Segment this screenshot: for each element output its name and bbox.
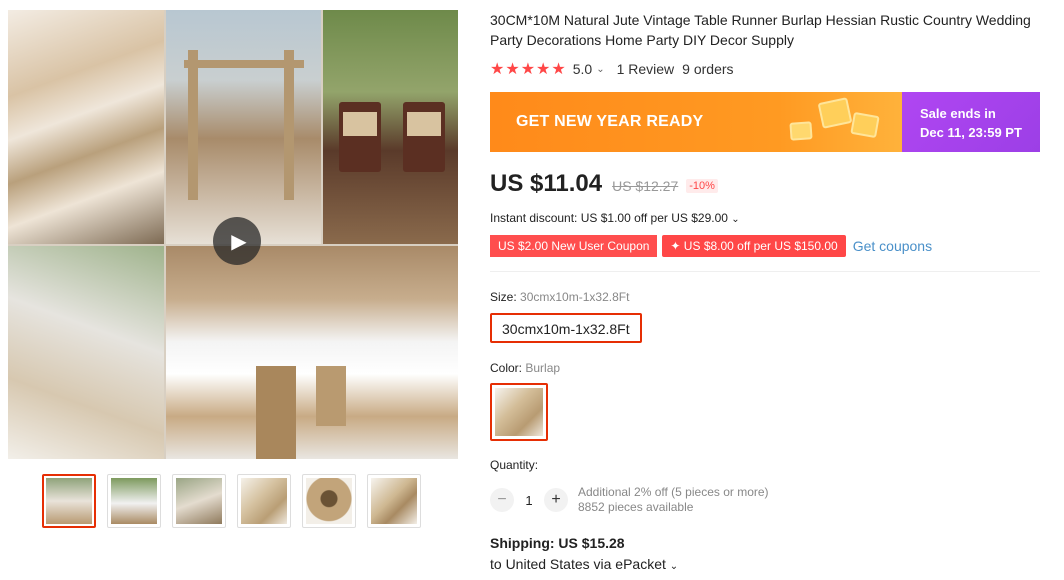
promo-text: GET NEW YEAR READY bbox=[516, 113, 704, 130]
quantity-label: Quantity: bbox=[490, 458, 539, 472]
thumbnail-3[interactable] bbox=[172, 474, 226, 528]
current-price: US $11.04 bbox=[490, 170, 603, 197]
chevron-down-icon: ⌄ bbox=[669, 561, 679, 572]
shipping-destination[interactable]: to United States via ePacket ⌄ bbox=[490, 556, 678, 572]
shipping-cost: Shipping: US $15.28 bbox=[490, 535, 625, 551]
color-label: Color: Burlap bbox=[490, 361, 561, 375]
divider bbox=[490, 271, 1040, 272]
wedding-couple-photo bbox=[166, 10, 321, 244]
burlap-roll-swatch bbox=[495, 388, 543, 436]
get-coupons-link[interactable]: Get coupons bbox=[853, 238, 932, 254]
reviews-link[interactable]: 1 Review bbox=[617, 61, 675, 77]
new-user-coupon[interactable]: US $2.00 New User Coupon bbox=[490, 235, 658, 257]
banquet-table-photo bbox=[166, 246, 458, 459]
sale-ends-date: Dec 11, 23:59 PT bbox=[920, 125, 1022, 140]
color-option-burlap[interactable] bbox=[490, 383, 548, 441]
play-video-button[interactable]: ▶ bbox=[213, 217, 261, 265]
chevron-down-icon[interactable]: ⌄ bbox=[596, 64, 604, 75]
discount-badge: -10% bbox=[686, 179, 718, 193]
gift-box-icon bbox=[850, 111, 880, 139]
instant-discount-text: Instant discount: US $1.00 off per US $2… bbox=[490, 211, 728, 225]
main-product-image[interactable]: ▶ bbox=[8, 10, 458, 459]
price-row: US $11.04 US $12.27 -10% bbox=[490, 170, 718, 198]
tent-draped-photo bbox=[8, 10, 164, 244]
thumbnail-6[interactable] bbox=[367, 474, 421, 528]
quantity-increase-button[interactable]: + bbox=[544, 488, 568, 512]
sale-timer: Sale ends in Dec 11, 23:59 PT bbox=[902, 92, 1040, 152]
chairs-photo bbox=[323, 10, 458, 244]
gift-box-icon bbox=[789, 121, 813, 141]
quantity-note: Additional 2% off (5 pieces or more) 885… bbox=[578, 485, 769, 514]
thumbnail-strip bbox=[42, 474, 421, 528]
instant-discount[interactable]: Instant discount: US $1.00 off per US $2… bbox=[490, 211, 740, 225]
orders-count: 9 orders bbox=[682, 61, 734, 77]
original-price: US $12.27 bbox=[612, 178, 679, 194]
gift-box-icon bbox=[817, 97, 853, 129]
rating-stars-icon: ★★★★★ bbox=[490, 61, 567, 78]
size-label: Size: 30cmx10m-1x32.8Ft bbox=[490, 290, 630, 304]
product-title: 30CM*10M Natural Jute Vintage Table Runn… bbox=[490, 12, 1031, 48]
chevron-down-icon: ⌄ bbox=[731, 214, 740, 225]
store-coupon[interactable]: ✦ US $8.00 off per US $150.00 bbox=[662, 235, 846, 257]
quantity-stepper: − 1 + Additional 2% off (5 pieces or mor… bbox=[490, 485, 769, 515]
quantity-decrease-button[interactable]: − bbox=[490, 488, 514, 512]
rating-row: ★★★★★ 5.0 ⌄ 1 Review 9 orders bbox=[490, 59, 734, 79]
rating-score[interactable]: 5.0 bbox=[573, 61, 592, 77]
thumbnail-1[interactable] bbox=[42, 474, 96, 528]
promo-banner-main: GET NEW YEAR READY bbox=[490, 92, 902, 152]
promo-banner[interactable]: GET NEW YEAR READY Sale ends in Dec 11, … bbox=[490, 92, 1040, 152]
statue-decor-photo bbox=[8, 246, 164, 459]
thumbnail-5[interactable] bbox=[302, 474, 356, 528]
thumbnail-4[interactable] bbox=[237, 474, 291, 528]
coupon-row: US $2.00 New User Coupon ✦ US $8.00 off … bbox=[490, 235, 932, 257]
sale-ends-label: Sale ends in bbox=[920, 106, 996, 121]
thumbnail-2[interactable] bbox=[107, 474, 161, 528]
quantity-input[interactable]: 1 bbox=[514, 493, 544, 508]
size-option-30cmx10m[interactable]: 30cmx10m-1x32.8Ft bbox=[490, 313, 642, 343]
